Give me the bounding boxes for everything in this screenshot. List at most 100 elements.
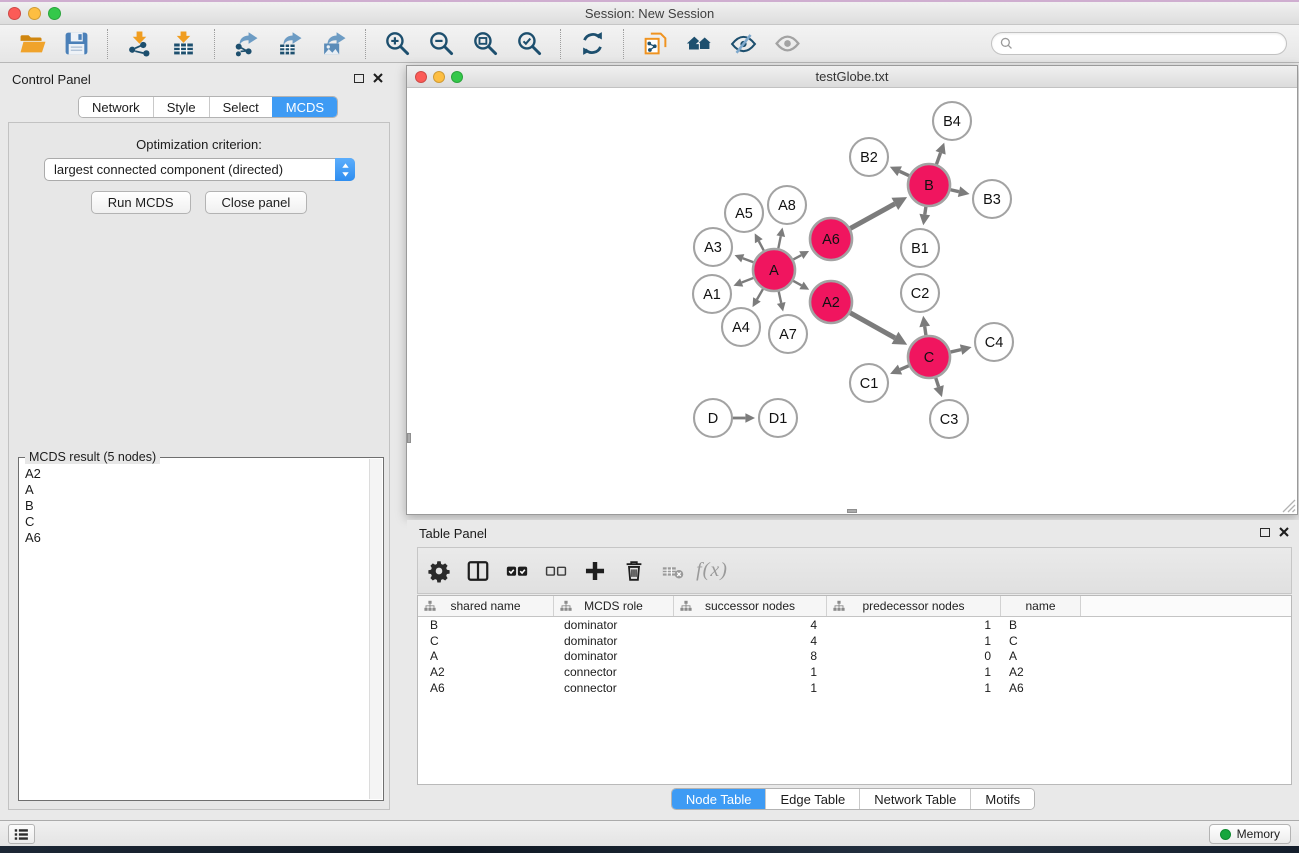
mcds-result-item[interactable]: A <box>25 482 369 498</box>
close-panel-button[interactable]: Close panel <box>205 191 308 214</box>
edge-A-A7[interactable] <box>777 291 786 311</box>
zoom-out-button[interactable] <box>425 28 457 60</box>
edge-A-A4[interactable] <box>753 289 763 307</box>
canvas-hscroll-thumb[interactable] <box>847 509 857 513</box>
tab-edge-table[interactable]: Edge Table <box>765 789 859 809</box>
network-window-titlebar[interactable]: testGlobe.txt <box>407 66 1297 88</box>
float-table-panel-icon[interactable] <box>1260 528 1270 537</box>
window-resize-grip[interactable] <box>1281 498 1296 513</box>
tab-mcds[interactable]: MCDS <box>272 97 337 117</box>
column-header-shared-name[interactable]: shared name <box>418 596 554 616</box>
node-B3[interactable]: B3 <box>973 180 1011 218</box>
edge-A-A2[interactable] <box>793 281 809 290</box>
cell-mcds-role[interactable]: dominator <box>554 634 674 648</box>
cell-name[interactable]: C <box>1001 634 1081 648</box>
edge-B-B3[interactable] <box>950 186 969 197</box>
cell-predecessor-nodes[interactable]: 0 <box>827 649 1001 663</box>
cell-name[interactable]: B <box>1001 618 1081 632</box>
edge-C-C4[interactable] <box>950 344 971 355</box>
node-B4[interactable]: B4 <box>933 102 971 140</box>
node-C1[interactable]: C1 <box>850 364 888 402</box>
mcds-result-item[interactable]: A2 <box>25 466 369 482</box>
tab-motifs[interactable]: Motifs <box>970 789 1034 809</box>
split-columns-button[interactable] <box>465 558 491 584</box>
node-A5[interactable]: A5 <box>725 194 763 232</box>
node-A4[interactable]: A4 <box>722 308 760 346</box>
cell-mcds-role[interactable]: connector <box>554 665 674 679</box>
node-A3[interactable]: A3 <box>694 228 732 266</box>
tab-network-table[interactable]: Network Table <box>859 789 970 809</box>
edge-C-C2[interactable] <box>919 316 930 335</box>
edge-A6-B[interactable] <box>850 197 907 228</box>
cell-successor-nodes[interactable]: 1 <box>674 681 827 695</box>
cell-successor-nodes[interactable]: 4 <box>674 634 827 648</box>
edge-B-B2[interactable] <box>890 166 909 176</box>
close-panel-icon[interactable] <box>373 73 383 83</box>
table-row[interactable]: A2connector11A2 <box>418 664 1291 680</box>
node-A2[interactable]: A2 <box>810 281 852 323</box>
criterion-select[interactable]: largest connected component (directed) <box>44 158 355 181</box>
node-B2[interactable]: B2 <box>850 138 888 176</box>
mcds-result-scrollbar[interactable] <box>369 459 382 799</box>
cell-shared-name[interactable]: A2 <box>418 665 554 679</box>
edge-C-C1[interactable] <box>890 365 909 375</box>
tab-node-table[interactable]: Node Table <box>672 789 766 809</box>
first-neighbors-button[interactable] <box>683 28 715 60</box>
column-header-name[interactable]: name <box>1001 596 1081 616</box>
cell-successor-nodes[interactable]: 1 <box>674 665 827 679</box>
cell-shared-name[interactable]: C <box>418 634 554 648</box>
task-history-button[interactable] <box>8 824 35 844</box>
edge-C-C3[interactable] <box>933 378 943 397</box>
cell-successor-nodes[interactable]: 4 <box>674 618 827 632</box>
edge-B-B4[interactable] <box>935 143 945 165</box>
import-table-button[interactable] <box>167 28 199 60</box>
close-table-panel-icon[interactable] <box>1279 527 1289 537</box>
node-A1[interactable]: A1 <box>693 275 731 313</box>
select-all-button[interactable] <box>504 558 530 584</box>
network-canvas-svg[interactable]: AA1A2A3A4A5A6A7A8BB1B2B3B4CC1C2C3C4DD1 <box>407 88 1297 514</box>
node-A6[interactable]: A6 <box>810 218 852 260</box>
node-C2[interactable]: C2 <box>901 274 939 312</box>
run-mcds-button[interactable]: Run MCDS <box>91 191 191 214</box>
column-header-predecessor-nodes[interactable]: predecessor nodes <box>827 596 1001 616</box>
zoom-in-button[interactable] <box>381 28 413 60</box>
zoom-fit-button[interactable] <box>469 28 501 60</box>
edge-A2-C[interactable] <box>850 313 907 345</box>
network-canvas[interactable]: AA1A2A3A4A5A6A7A8BB1B2B3B4CC1C2C3C4DD1 <box>407 88 1297 514</box>
node-A8[interactable]: A8 <box>768 186 806 224</box>
edge-A-A1[interactable] <box>733 278 753 287</box>
cell-successor-nodes[interactable]: 8 <box>674 649 827 663</box>
cell-predecessor-nodes[interactable]: 1 <box>827 681 1001 695</box>
table-row[interactable]: Bdominator41B <box>418 617 1291 633</box>
delete-button[interactable] <box>621 558 647 584</box>
table-row[interactable]: Adominator80A <box>418 649 1291 665</box>
cell-shared-name[interactable]: B <box>418 618 554 632</box>
canvas-vscroll-thumb[interactable] <box>407 433 411 443</box>
node-C[interactable]: C <box>908 336 950 378</box>
search-field[interactable] <box>991 32 1287 55</box>
search-input[interactable] <box>1018 37 1279 51</box>
node-B1[interactable]: B1 <box>901 229 939 267</box>
edge-A-A5[interactable] <box>755 233 764 250</box>
table-row[interactable]: A6connector11A6 <box>418 680 1291 696</box>
deselect-all-button[interactable] <box>543 558 569 584</box>
cell-name[interactable]: A2 <box>1001 665 1081 679</box>
hide-selected-button[interactable] <box>727 28 759 60</box>
export-network-button[interactable] <box>230 28 262 60</box>
edge-B-B1[interactable] <box>919 207 930 225</box>
table-row[interactable]: Cdominator41C <box>418 633 1291 649</box>
save-session-button[interactable] <box>60 28 92 60</box>
cell-shared-name[interactable]: A6 <box>418 681 554 695</box>
cell-name[interactable]: A6 <box>1001 681 1081 695</box>
node-C4[interactable]: C4 <box>975 323 1013 361</box>
tab-select[interactable]: Select <box>209 97 272 117</box>
mcds-result-item[interactable]: C <box>25 514 369 530</box>
export-image-button[interactable] <box>318 28 350 60</box>
memory-button[interactable]: Memory <box>1209 824 1291 844</box>
column-header-successor-nodes[interactable]: successor nodes <box>674 596 827 616</box>
float-panel-icon[interactable] <box>354 74 364 83</box>
tab-network[interactable]: Network <box>79 97 153 117</box>
open-file-button[interactable] <box>16 28 48 60</box>
clone-network-button[interactable] <box>639 28 671 60</box>
node-C3[interactable]: C3 <box>930 400 968 438</box>
